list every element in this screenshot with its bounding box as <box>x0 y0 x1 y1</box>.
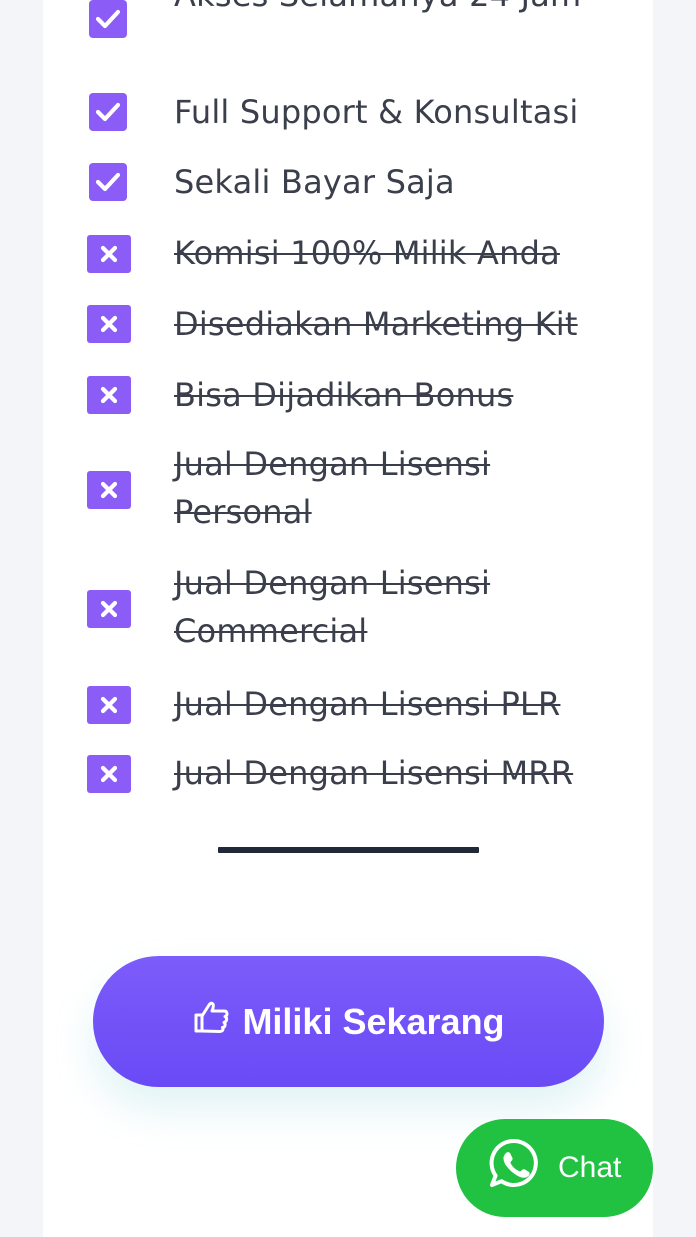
close-icon <box>87 305 131 343</box>
feature-label: Bisa Dijadikan Bonus <box>174 376 514 414</box>
check-icon <box>89 93 127 131</box>
feature-label: Disediakan Marketing Kit <box>174 305 578 343</box>
feature-label: Jual Dengan Lisensi Personal <box>174 445 491 531</box>
pricing-card: Akses Selamanya 24 Jam Full Support & Ko… <box>43 0 653 1237</box>
buy-now-label: Miliki Sekarang <box>242 1000 505 1042</box>
check-icon <box>89 163 127 201</box>
feature-label: Komisi 100% Milik Anda <box>174 234 560 272</box>
feature-label: Jual Dengan Lisensi PLR <box>174 685 561 723</box>
chat-label: Chat <box>558 1151 622 1184</box>
close-icon <box>87 471 131 509</box>
feature-label: Sekali Bayar Saja <box>174 163 455 201</box>
close-icon <box>87 376 131 414</box>
feature-label: Jual Dengan Lisensi MRR <box>174 754 574 792</box>
check-icon <box>89 0 127 38</box>
close-icon <box>87 235 131 273</box>
thumbs-up-outline-icon <box>192 1000 230 1043</box>
whatsapp-chat-button[interactable]: Chat <box>456 1119 653 1217</box>
buy-now-button[interactable]: Miliki Sekarang <box>93 956 604 1087</box>
divider <box>218 847 479 853</box>
whatsapp-icon <box>486 1136 542 1200</box>
close-icon <box>87 755 131 793</box>
feature-label: Akses Selamanya 24 Jam <box>174 0 614 24</box>
feature-label: Jual Dengan Lisensi Commercial <box>174 564 491 650</box>
close-icon <box>87 590 131 628</box>
close-icon <box>87 686 131 724</box>
feature-label: Full Support & Konsultasi <box>174 93 579 131</box>
